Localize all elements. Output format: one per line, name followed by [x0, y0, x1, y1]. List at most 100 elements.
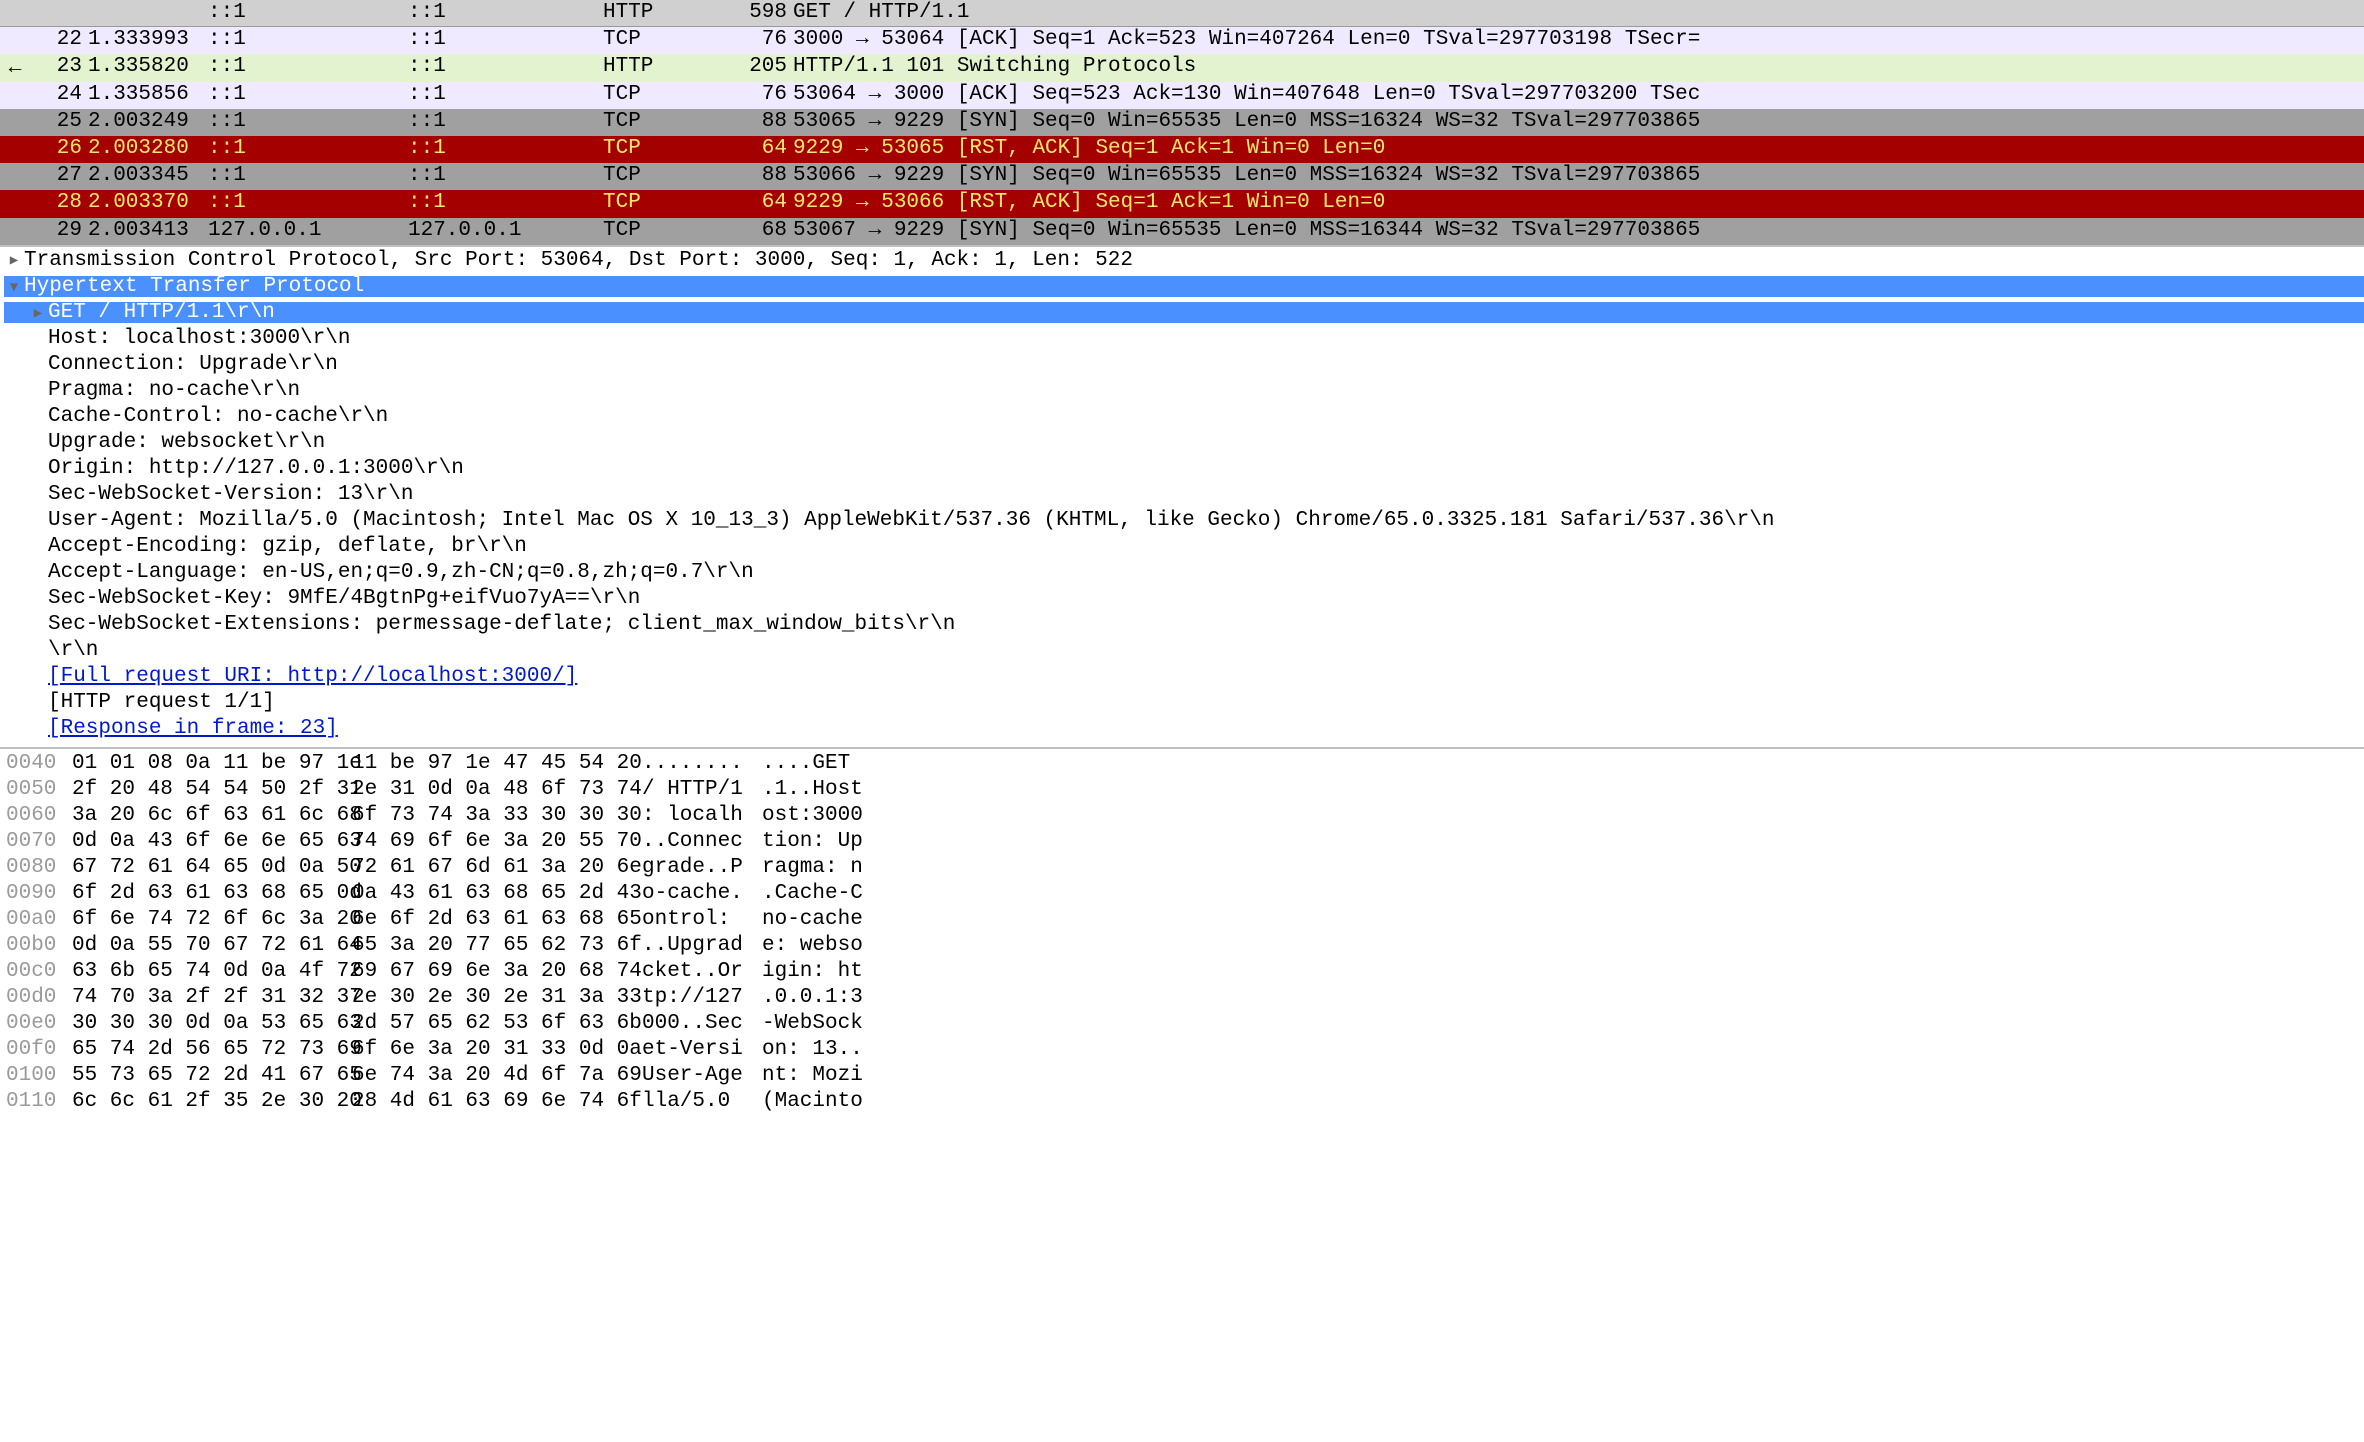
hex-row[interactable]: 004001 01 08 0a 11 be 97 1e11 be 97 1e 4…: [0, 753, 2364, 779]
hex-row[interactable]: 008067 72 61 64 65 0d 0a 5072 61 67 6d 6…: [0, 857, 2364, 883]
disclosure-triangle-icon[interactable]: [28, 640, 48, 644]
hex-ascii: tp://127: [642, 987, 752, 1013]
disclosure-triangle-icon[interactable]: [28, 328, 48, 332]
detail-tree-row[interactable]: Sec-WebSocket-Extensions: permessage-def…: [0, 614, 2364, 640]
detail-text: Origin: http://127.0.0.1:3000\r\n: [48, 458, 464, 479]
packet-bytes-pane[interactable]: 004001 01 08 0a 11 be 97 1e11 be 97 1e 4…: [0, 748, 2364, 1117]
detail-tree-row[interactable]: [Full request URI: http://localhost:3000…: [0, 666, 2364, 692]
hex-offset: 00e0: [0, 1013, 72, 1039]
hex-ascii: ........: [642, 753, 752, 779]
col-info: GET / HTTP/1.1: [790, 0, 2364, 26]
detail-text: Sec-WebSocket-Version: 13\r\n: [48, 484, 413, 505]
hex-row[interactable]: 00d074 70 3a 2f 2f 31 32 372e 30 2e 30 2…: [0, 987, 2364, 1013]
disclosure-triangle-icon[interactable]: [28, 536, 48, 540]
disclosure-triangle-icon[interactable]: [28, 380, 48, 384]
packet-row[interactable]: 272.003345::1::1TCP8853066 → 9229 [SYN] …: [0, 163, 2364, 190]
disclosure-triangle-icon[interactable]: [28, 484, 48, 488]
hex-row[interactable]: 00f065 74 2d 56 65 72 73 696f 6e 3a 20 3…: [0, 1039, 2364, 1065]
hex-row[interactable]: 00b00d 0a 55 70 67 72 61 6465 3a 20 77 6…: [0, 935, 2364, 961]
hex-ascii: ragma: n: [762, 857, 882, 883]
disclosure-triangle-icon[interactable]: [4, 277, 24, 295]
hex-bytes: 6f 6e 3a 20 31 33 0d 0a: [352, 1039, 612, 1065]
hex-row[interactable]: 010055 73 65 72 2d 41 67 656e 74 3a 20 4…: [0, 1065, 2364, 1091]
disclosure-triangle-icon[interactable]: [28, 432, 48, 436]
detail-tree-row[interactable]: Accept-Encoding: gzip, deflate, br\r\n: [0, 536, 2364, 562]
col-source: ::1: [205, 82, 405, 109]
detail-tree-row[interactable]: [Response in frame: 23]: [0, 718, 2364, 744]
col-protocol: TCP: [600, 218, 700, 245]
col-time: 2.003345: [85, 163, 205, 190]
hex-bytes: 2e 31 0d 0a 48 6f 73 74: [352, 779, 612, 805]
hex-bytes: 0d 0a 43 6f 6e 6e 65 63: [72, 831, 332, 857]
col-info: 9229 → 53066 [RST, ACK] Seq=1 Ack=1 Win=…: [790, 190, 2364, 217]
detail-tree-row[interactable]: Host: localhost:3000\r\n: [0, 328, 2364, 354]
detail-text: Pragma: no-cache\r\n: [48, 380, 300, 401]
detail-tree-row[interactable]: Upgrade: websocket\r\n: [0, 432, 2364, 458]
hex-row[interactable]: 00603a 20 6c 6f 63 61 6c 686f 73 74 3a 3…: [0, 805, 2364, 831]
disclosure-triangle-icon[interactable]: [28, 588, 48, 592]
related-packet-icon: [0, 109, 30, 136]
detail-tree-row[interactable]: \r\n: [0, 640, 2364, 666]
disclosure-triangle-icon[interactable]: [28, 303, 48, 321]
packet-row[interactable]: 241.335856::1::1TCP7653064 → 3000 [ACK] …: [0, 82, 2364, 109]
hex-ascii: o-cache.: [642, 883, 752, 909]
detail-tree-row[interactable]: Cache-Control: no-cache\r\n: [0, 406, 2364, 432]
hex-row[interactable]: 01106c 6c 61 2f 35 2e 30 2028 4d 61 63 6…: [0, 1091, 2364, 1117]
detail-tree-row[interactable]: Sec-WebSocket-Version: 13\r\n: [0, 484, 2364, 510]
packet-details-pane[interactable]: Transmission Control Protocol, Src Port:…: [0, 246, 2364, 748]
disclosure-triangle-icon[interactable]: [4, 250, 24, 268]
hex-ascii: ....GET: [762, 753, 882, 779]
detail-tree-row[interactable]: User-Agent: Mozilla/5.0 (Macintosh; Inte…: [0, 510, 2364, 536]
hex-row[interactable]: 00c063 6b 65 74 0d 0a 4f 7269 67 69 6e 3…: [0, 961, 2364, 987]
packet-row[interactable]: 221.333993::1::1TCP763000 → 53064 [ACK] …: [0, 27, 2364, 54]
packet-row[interactable]: 252.003249::1::1TCP8853065 → 9229 [SYN] …: [0, 109, 2364, 136]
packet-row[interactable]: 262.003280::1::1TCP649229 → 53065 [RST, …: [0, 136, 2364, 163]
related-packet-icon: ←: [0, 54, 30, 81]
detail-tree-row[interactable]: Connection: Upgrade\r\n: [0, 354, 2364, 380]
packet-row[interactable]: 292.003413127.0.0.1127.0.0.1TCP6853067 →…: [0, 218, 2364, 245]
hex-row[interactable]: 00906f 2d 63 61 63 68 65 0d0a 43 61 63 6…: [0, 883, 2364, 909]
packet-row[interactable]: 282.003370::1::1TCP649229 → 53066 [RST, …: [0, 190, 2364, 217]
hex-ascii: no-cache: [762, 909, 882, 935]
detail-tree-row[interactable]: Pragma: no-cache\r\n: [0, 380, 2364, 406]
disclosure-triangle-icon[interactable]: [28, 692, 48, 696]
disclosure-triangle-icon[interactable]: [28, 614, 48, 618]
hex-ascii: tion: Up: [762, 831, 882, 857]
disclosure-triangle-icon[interactable]: [28, 666, 48, 670]
hex-ascii: / HTTP/1: [642, 779, 752, 805]
detail-text: User-Agent: Mozilla/5.0 (Macintosh; Inte…: [48, 510, 1774, 531]
disclosure-triangle-icon[interactable]: [28, 458, 48, 462]
col-info: 3000 → 53064 [ACK] Seq=1 Ack=523 Win=407…: [790, 27, 2364, 54]
detail-tree-row[interactable]: Origin: http://127.0.0.1:3000\r\n: [0, 458, 2364, 484]
disclosure-triangle-icon[interactable]: [28, 406, 48, 410]
detail-tree-row[interactable]: Hypertext Transfer Protocol: [0, 276, 2364, 302]
hex-offset: 00f0: [0, 1039, 72, 1065]
col-dest: ::1: [405, 163, 600, 190]
hex-row[interactable]: 00700d 0a 43 6f 6e 6e 65 6374 69 6f 6e 3…: [0, 831, 2364, 857]
detail-tree-row[interactable]: Accept-Language: en-US,en;q=0.9,zh-CN;q=…: [0, 562, 2364, 588]
disclosure-triangle-icon[interactable]: [28, 354, 48, 358]
col-time: 1.335820: [85, 54, 205, 81]
detail-tree-row[interactable]: [HTTP request 1/1]: [0, 692, 2364, 718]
hex-row[interactable]: 00a06f 6e 74 72 6f 6c 3a 206e 6f 2d 63 6…: [0, 909, 2364, 935]
detail-tree-row[interactable]: Transmission Control Protocol, Src Port:…: [0, 250, 2364, 276]
hex-row[interactable]: 00e030 30 30 0d 0a 53 65 632d 57 65 62 5…: [0, 1013, 2364, 1039]
col-info: 53066 → 9229 [SYN] Seq=0 Win=65535 Len=0…: [790, 163, 2364, 190]
hex-row[interactable]: 00502f 20 48 54 54 50 2f 312e 31 0d 0a 4…: [0, 779, 2364, 805]
related-packet-icon: [0, 0, 30, 26]
col-source: ::1: [205, 190, 405, 217]
hex-bytes: 6e 74 3a 20 4d 6f 7a 69: [352, 1065, 612, 1091]
col-no: 22: [30, 27, 85, 54]
col-no: 24: [30, 82, 85, 109]
detail-tree-row[interactable]: Sec-WebSocket-Key: 9MfE/4BgtnPg+eifVuo7y…: [0, 588, 2364, 614]
disclosure-triangle-icon[interactable]: [28, 562, 48, 566]
col-length: 64: [700, 136, 790, 163]
packet-list-pane[interactable]: ::1::1HTTP598GET / HTTP/1.1221.333993::1…: [0, 0, 2364, 246]
disclosure-triangle-icon[interactable]: [28, 510, 48, 514]
col-dest: ::1: [405, 54, 600, 81]
packet-row[interactable]: ::1::1HTTP598GET / HTTP/1.1: [0, 0, 2364, 27]
detail-text: Transmission Control Protocol, Src Port:…: [24, 250, 1133, 271]
packet-row[interactable]: ←231.335820::1::1HTTP205HTTP/1.1 101 Swi…: [0, 54, 2364, 81]
detail-tree-row[interactable]: GET / HTTP/1.1\r\n: [0, 302, 2364, 328]
disclosure-triangle-icon[interactable]: [28, 718, 48, 722]
